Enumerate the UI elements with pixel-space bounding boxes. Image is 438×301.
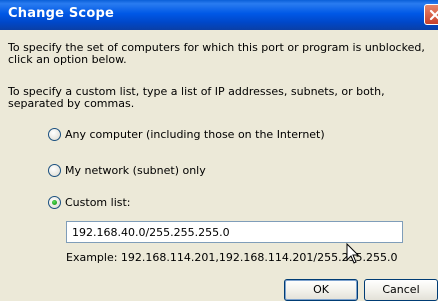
radio-custom-list[interactable]: Custom list:: [48, 195, 131, 209]
radio-button[interactable]: [48, 163, 61, 177]
intro-text: To specify the set of computers for whic…: [8, 41, 425, 66]
custom-list-input[interactable]: 192.168.40.0/255.255.255.0: [66, 221, 403, 243]
change-scope-dialog: Change Scope To specify the set of compu…: [0, 0, 438, 301]
close-icon: [429, 9, 438, 21]
radio-label-my-network: My network (subnet) only: [65, 163, 206, 177]
radio-any-computer[interactable]: Any computer (including those on the Int…: [48, 127, 325, 141]
radio-my-network[interactable]: My network (subnet) only: [48, 163, 206, 177]
custom-hint-text: To specify a custom list, type a list of…: [8, 85, 385, 110]
dialog-title: Change Scope: [8, 6, 114, 21]
mouse-pointer-icon: [346, 243, 360, 264]
close-button[interactable]: [424, 4, 438, 25]
ok-button[interactable]: OK: [284, 279, 358, 301]
radio-label-custom-list: Custom list:: [65, 195, 131, 209]
radio-button[interactable]: [48, 127, 61, 141]
cancel-button[interactable]: Cancel: [364, 279, 438, 301]
radio-label-any-computer: Any computer (including those on the Int…: [65, 127, 325, 141]
radio-button-selected[interactable]: [48, 195, 61, 209]
title-bar[interactable]: Change Scope: [0, 0, 438, 30]
